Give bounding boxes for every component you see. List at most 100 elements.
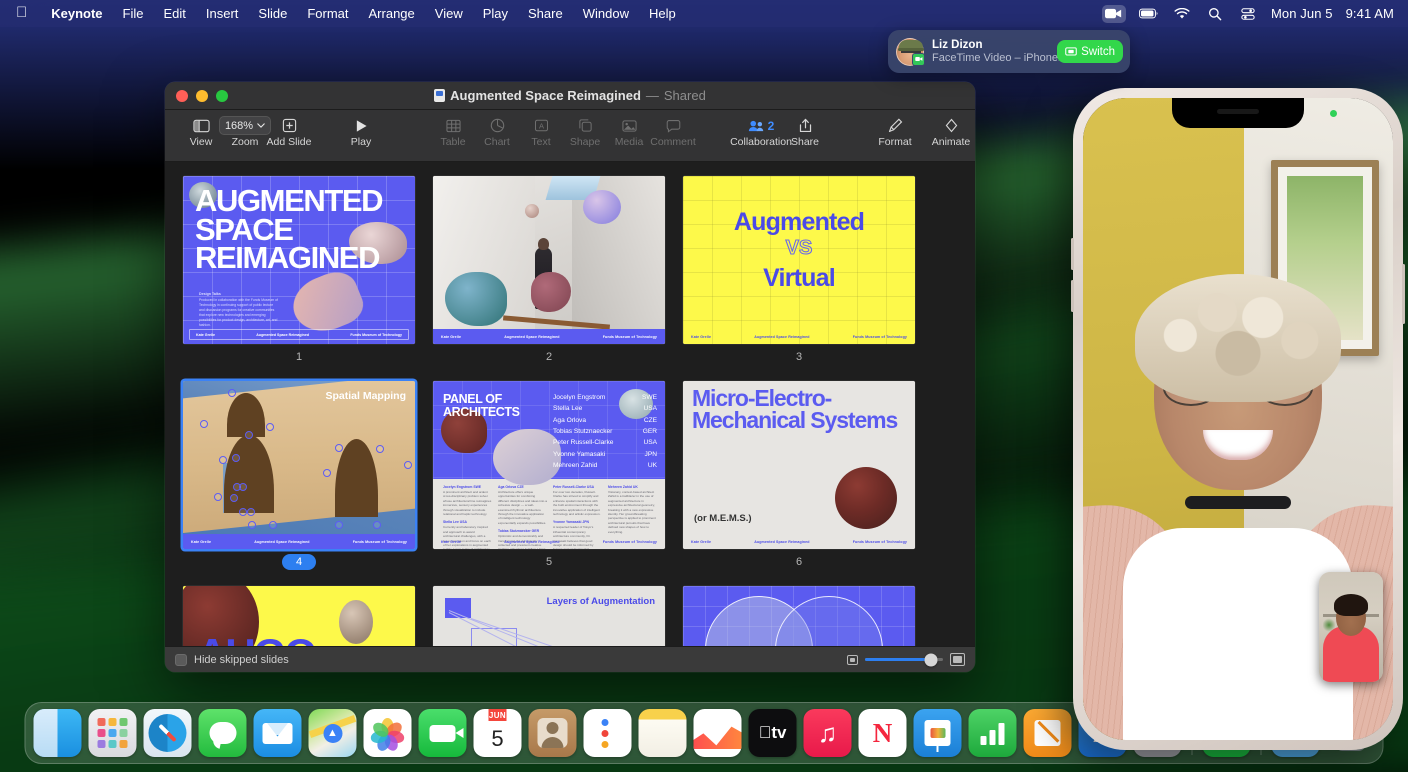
dock-item-pages[interactable] xyxy=(1024,709,1072,757)
self-view-pip[interactable] xyxy=(1319,572,1383,682)
toolbar-table-button[interactable]: Table xyxy=(431,114,475,148)
window-titlebar[interactable]: Augmented Space Reimagined — Shared xyxy=(165,82,975,110)
dock-item-photos[interactable] xyxy=(364,709,412,757)
dock-item-music[interactable]: ♫ xyxy=(804,709,852,757)
slide-cell-3[interactable]: Augmented VS Virtual Kate Grelle Augment… xyxy=(683,176,915,365)
toolbar-view-button[interactable]: View xyxy=(179,114,223,148)
slide-3-content: Augmented VS Virtual Kate Grelle Augment… xyxy=(683,176,915,344)
dock-item-calendar[interactable]: JUN 5 xyxy=(474,709,522,757)
menu-bar-date[interactable]: Mon Jun 5 xyxy=(1271,6,1333,21)
slide-thumbnail[interactable]: Micro-Electro-Mechanical Systems (or M.E… xyxy=(683,381,915,549)
slide-cell-2[interactable]: Kate Grelle Augmented Space Reimagined F… xyxy=(433,176,665,365)
screen-share-icon[interactable] xyxy=(1102,5,1126,23)
dock-item-appletv[interactable]: tv xyxy=(749,709,797,757)
slide-cell-5[interactable]: PANEL OF ARCHITECTS Jocelyn EngstromSWE … xyxy=(433,381,665,570)
slide-cell-8[interactable]: Layers of Augmentation xyxy=(433,586,665,646)
dock-item-mail[interactable] xyxy=(254,709,302,757)
menu-item-insert[interactable]: Insert xyxy=(196,6,249,21)
toolbar-text-button[interactable]: A Text xyxy=(519,114,563,148)
toolbar-share-button[interactable]: Share xyxy=(783,114,827,148)
dock-item-numbers[interactable] xyxy=(969,709,1017,757)
menu-item-edit[interactable]: Edit xyxy=(154,6,196,21)
iphone-device[interactable] xyxy=(1073,88,1403,750)
slide-thumbnail[interactable]: PHYSICAL AUGMENTED VIRTUAL xyxy=(683,586,915,646)
menu-item-keynote[interactable]: Keynote xyxy=(41,6,112,21)
dock-item-news[interactable]: N xyxy=(859,709,907,757)
slide-thumbnail[interactable]: AUGMENTED SPACE REIMAGINED Design Talks … xyxy=(183,176,415,344)
menu-item-window[interactable]: Window xyxy=(573,6,639,21)
toolbar-chart-button[interactable]: Chart xyxy=(475,114,519,148)
menu-bar-time[interactable]: 9:41 AM xyxy=(1346,6,1394,21)
dock-item-reminders[interactable] xyxy=(584,709,632,757)
hide-skipped-slides-checkbox[interactable] xyxy=(175,654,187,666)
slide-thumbnail[interactable]: PANEL OF ARCHITECTS Jocelyn EngstromSWE … xyxy=(433,381,665,549)
dock-item-maps[interactable]: ▲ xyxy=(309,709,357,757)
menu-item-slide[interactable]: Slide xyxy=(248,6,297,21)
search-icon[interactable] xyxy=(1205,5,1225,23)
slide-thumbnail[interactable]: AUGO xyxy=(183,586,415,646)
dock-item-contacts[interactable] xyxy=(529,709,577,757)
menu-item-view[interactable]: View xyxy=(425,6,473,21)
side-button[interactable] xyxy=(1402,264,1405,324)
toolbar-animate-button[interactable]: Animate xyxy=(929,114,973,148)
dock-item-messages[interactable] xyxy=(199,709,247,757)
dock-item-stocks[interactable] xyxy=(694,709,742,757)
slide-thumbnail[interactable]: Augmented VS Virtual Kate Grelle Augment… xyxy=(683,176,915,344)
slide-cell-9[interactable]: PHYSICAL AUGMENTED VIRTUAL xyxy=(683,586,915,646)
menu-item-format[interactable]: Format xyxy=(297,6,358,21)
menu-item-file[interactable]: File xyxy=(113,6,154,21)
comment-icon xyxy=(666,117,681,134)
keynote-window[interactable]: Augmented Space Reimagined — Shared View… xyxy=(165,82,975,672)
volume-up-button[interactable] xyxy=(1071,238,1074,270)
control-center-icon[interactable] xyxy=(1238,5,1258,23)
calendar-month-label: JUN xyxy=(489,709,506,721)
dock-item-keynote[interactable] xyxy=(914,709,962,757)
menu-item-help[interactable]: Help xyxy=(639,6,686,21)
dock-item-notes[interactable] xyxy=(639,709,687,757)
toolbar-collaboration-button[interactable]: 2 Collaboration xyxy=(739,114,783,148)
hide-skipped-slides-label[interactable]: Hide skipped slides xyxy=(194,654,289,666)
thumbnail-small-icon[interactable] xyxy=(847,655,858,665)
mapping-point xyxy=(404,461,412,469)
home-indicator[interactable] xyxy=(1180,728,1296,732)
toolbar-add-slide-button[interactable]: Add Slide xyxy=(267,114,311,148)
chevron-down-icon xyxy=(257,123,265,128)
slide-cell-1[interactable]: AUGMENTED SPACE REIMAGINED Design Talks … xyxy=(183,176,415,365)
call-source-label[interactable]: FaceTime Video – iPhone› xyxy=(932,52,1049,65)
toolbar-media-button[interactable]: Media xyxy=(607,114,651,148)
slide-1-body: Design Talks Produced in collaboration w… xyxy=(199,292,279,328)
menu-item-play[interactable]: Play xyxy=(473,6,518,21)
share-icon xyxy=(799,117,812,134)
menu-item-arrange[interactable]: Arrange xyxy=(359,6,425,21)
slide-cell-4[interactable]: Spatial Mapping Kate Grelle Augmented Sp… xyxy=(183,381,415,570)
slide-cell-7[interactable]: AUGO xyxy=(183,586,415,646)
dock-item-launchpad[interactable] xyxy=(89,709,137,757)
volume-down-button[interactable] xyxy=(1071,280,1074,312)
facetime-handoff-popover[interactable]: Liz Dizon FaceTime Video – iPhone› Switc… xyxy=(888,30,1130,73)
slide-thumbnail[interactable]: Kate Grelle Augmented Space Reimagined F… xyxy=(433,176,665,344)
menu-item-share[interactable]: Share xyxy=(518,6,573,21)
keynote-toolbar: View 168% Zoom Add Slide Play xyxy=(165,110,975,162)
panelist-country: SWE xyxy=(642,392,657,403)
toolbar-comment-button[interactable]: Comment xyxy=(651,114,695,148)
slide-3-line-3: Virtual xyxy=(683,264,915,293)
wifi-icon[interactable] xyxy=(1172,5,1192,23)
slide-navigator[interactable]: AUGMENTED SPACE REIMAGINED Design Talks … xyxy=(165,162,975,646)
dock-item-safari[interactable] xyxy=(144,709,192,757)
dock-item-facetime[interactable] xyxy=(419,709,467,757)
toolbar-shape-button[interactable]: Shape xyxy=(563,114,607,148)
apple-logo-icon[interactable]:  xyxy=(16,5,27,20)
battery-icon[interactable] xyxy=(1139,5,1159,23)
switch-call-button[interactable]: Switch xyxy=(1057,40,1123,63)
thumbnail-size-slider[interactable] xyxy=(865,658,943,661)
toolbar-play-button[interactable]: Play xyxy=(339,114,383,148)
thumbnail-large-icon[interactable] xyxy=(950,653,965,666)
slide-thumbnail-selected[interactable]: Spatial Mapping Kate Grelle Augmented Sp… xyxy=(183,381,415,549)
iphone-screen[interactable] xyxy=(1083,98,1393,740)
toolbar-zoom-control[interactable]: 168% Zoom xyxy=(223,114,267,148)
dock-item-finder[interactable] xyxy=(34,709,82,757)
slide-thumbnail[interactable]: Layers of Augmentation xyxy=(433,586,665,646)
slider-knob[interactable] xyxy=(924,653,937,666)
slide-cell-6[interactable]: Micro-Electro-Mechanical Systems (or M.E… xyxy=(683,381,915,570)
toolbar-format-button[interactable]: Format xyxy=(873,114,917,148)
